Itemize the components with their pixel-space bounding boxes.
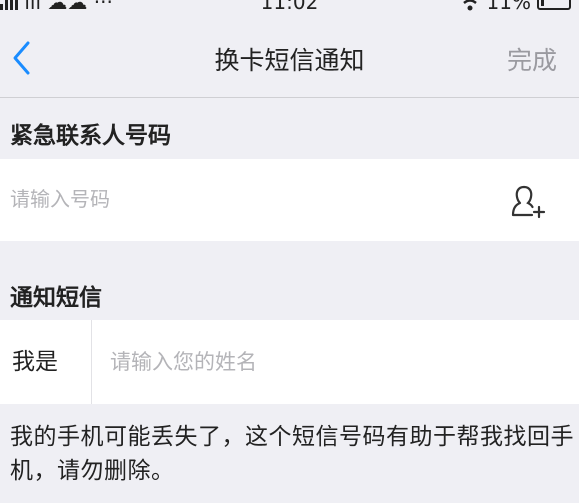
name-input[interactable] [110,320,560,404]
name-row: 我是 [0,320,579,404]
divider [91,320,92,404]
navigation-bar: 换卡短信通知 完成 [0,14,579,98]
emergency-contact-header: 紧急联系人号码 [10,123,171,149]
back-button[interactable] [6,38,40,78]
add-contact-button[interactable] [508,183,548,219]
phone-row [0,159,579,241]
status-bar: ılı ☁☁ ··· 11:02 11% [0,0,579,14]
notify-sms-header: 通知短信 [10,285,102,311]
add-contact-icon [511,185,546,219]
phone-input[interactable] [10,159,490,239]
battery-percent: 11% [486,0,531,14]
done-button[interactable]: 完成 [507,41,557,77]
notify-message-text: 我的手机可能丢失了，这个短信号码有助于帮我找回手机，请勿删除。 [10,424,574,484]
page-title: 换卡短信通知 [214,46,365,75]
me-label: 我是 [12,349,58,375]
wifi-icon [460,0,479,11]
chevron-left-icon [13,41,30,75]
status-right: 11% [459,0,571,14]
battery-icon [537,0,571,10]
